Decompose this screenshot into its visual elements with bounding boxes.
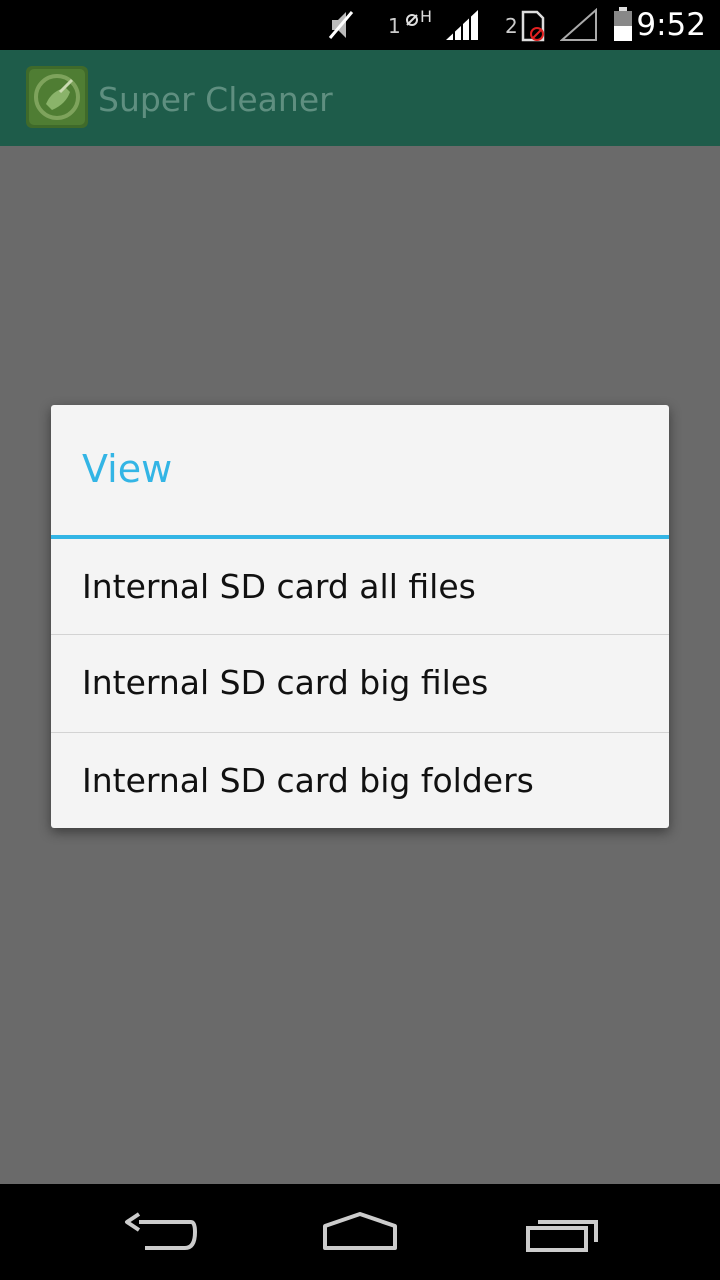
status-bar: 1 H 2 9:52	[0, 0, 720, 50]
sim-blocked-icon	[521, 10, 545, 42]
menu-item-label: Internal SD card all files	[82, 567, 476, 606]
mute-icon	[328, 11, 354, 39]
signal-full-icon	[446, 10, 478, 40]
navigation-bar	[0, 1184, 720, 1280]
app-title: Super Cleaner	[98, 80, 333, 119]
menu-item-big-folders[interactable]: Internal SD card big folders	[51, 733, 669, 828]
battery-icon	[614, 7, 632, 41]
signal-empty-icon	[560, 8, 597, 41]
svg-text:H: H	[420, 7, 432, 26]
back-icon[interactable]	[105, 1202, 215, 1262]
menu-item-all-files[interactable]: Internal SD card all files	[51, 539, 669, 636]
sim2-label: 2	[505, 14, 518, 38]
menu-item-big-files[interactable]: Internal SD card big files	[51, 635, 669, 732]
action-bar: Super Cleaner	[0, 50, 720, 146]
broom-cleaner-icon	[26, 66, 88, 128]
recents-icon[interactable]	[508, 1202, 618, 1262]
menu-item-label: Internal SD card big files	[82, 663, 489, 702]
view-dialog: View Internal SD card all files Internal…	[51, 405, 669, 828]
clock: 9:52	[636, 7, 706, 43]
menu-item-label: Internal SD card big folders	[82, 761, 534, 800]
dialog-title: View	[82, 447, 173, 491]
home-icon[interactable]	[305, 1202, 415, 1262]
no-data-h-icon: H	[406, 7, 432, 26]
sim1-label: 1	[388, 14, 401, 38]
